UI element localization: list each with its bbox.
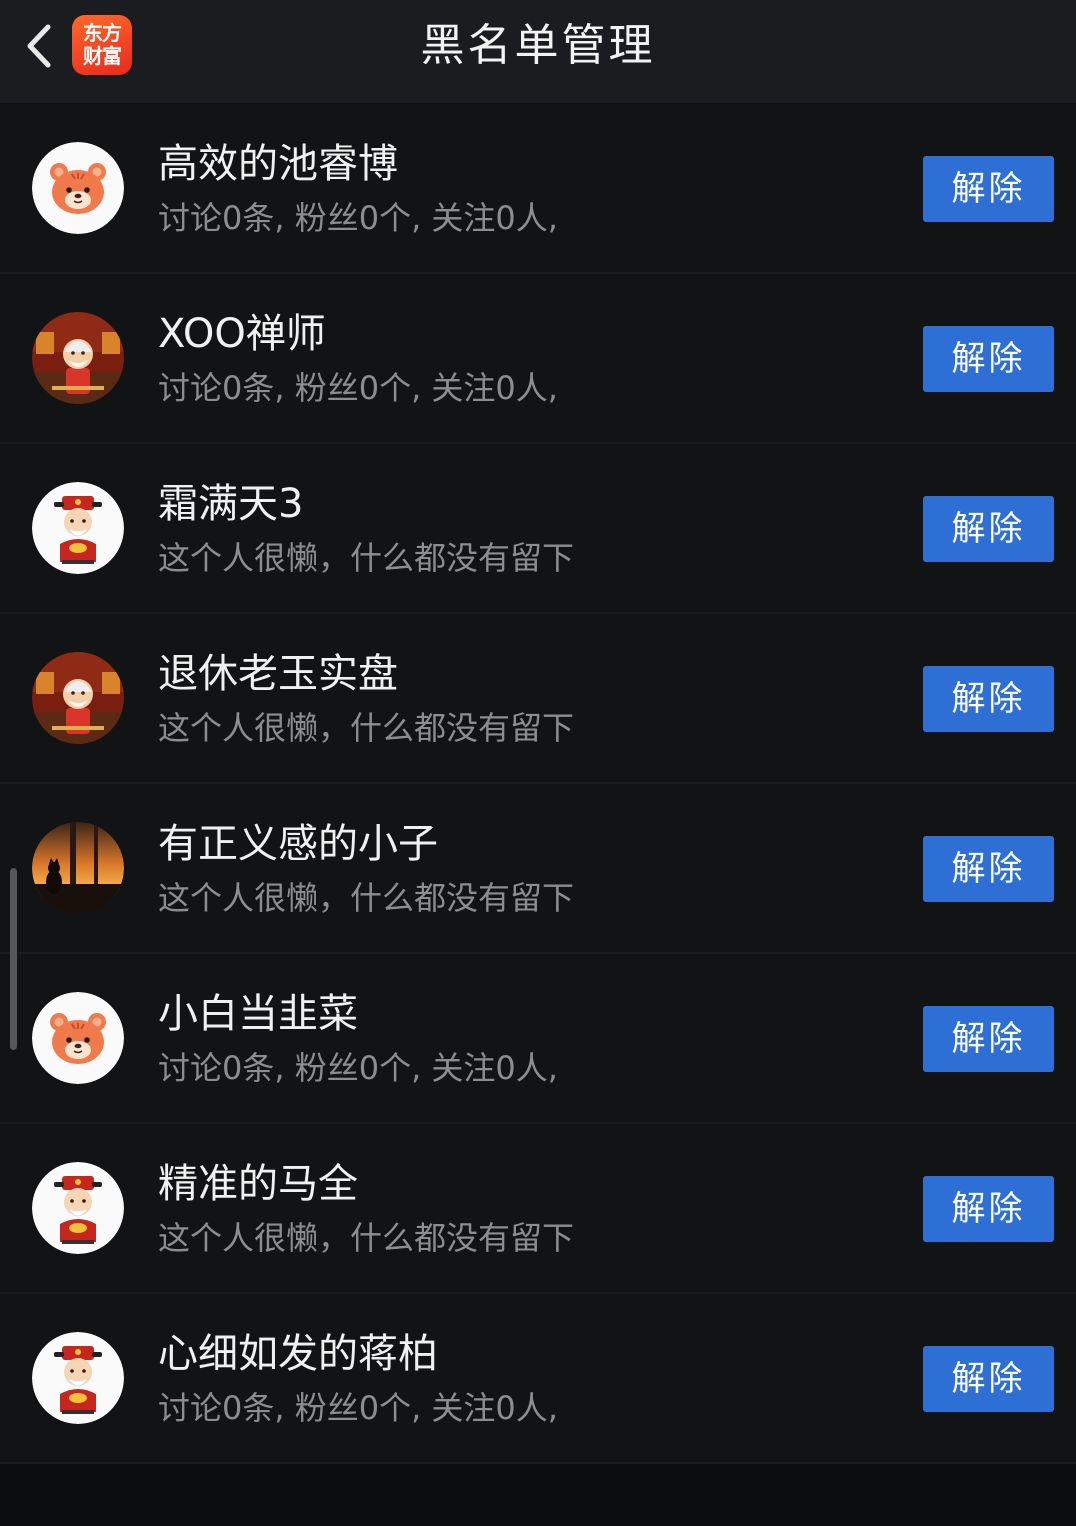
avatar[interactable]: [32, 1162, 124, 1254]
blacklist-row: 精准的马全这个人很懒，什么都没有留下 解除: [0, 1124, 1076, 1294]
blacklist-row: 退休老玉实盘这个人很懒，什么都没有留下 解除: [0, 614, 1076, 784]
page-title: 黑名单管理: [420, 20, 656, 71]
fortune-god-avatar: [32, 1332, 124, 1424]
avatar[interactable]: [32, 482, 124, 574]
avatar[interactable]: [32, 142, 124, 234]
avatar[interactable]: [32, 992, 124, 1084]
old-man-avatar: [32, 652, 124, 744]
blacklist-row: XOO禅师讨论0条, 粉丝0个, 关注0人, 解除: [0, 274, 1076, 444]
unblock-button[interactable]: 解除: [923, 1006, 1054, 1072]
user-name[interactable]: 精准的马全: [158, 1160, 358, 1208]
user-description: 这个人很懒，什么都没有留下: [158, 879, 575, 917]
user-name[interactable]: 小白当韭菜: [158, 990, 358, 1038]
unblock-button[interactable]: 解除: [923, 1176, 1054, 1242]
header-bar: 东方 财富 黑名单管理: [0, 0, 1076, 103]
old-man-avatar: [32, 312, 124, 404]
avatar[interactable]: [32, 822, 124, 914]
unblock-button[interactable]: 解除: [923, 326, 1054, 392]
tiger-avatar: [32, 992, 124, 1084]
unblock-button[interactable]: 解除: [923, 1346, 1054, 1412]
avatar[interactable]: [32, 652, 124, 744]
unblock-button[interactable]: 解除: [923, 156, 1054, 222]
user-name[interactable]: 高效的池睿博: [158, 140, 398, 188]
unblock-button[interactable]: 解除: [923, 666, 1054, 732]
user-name[interactable]: 心细如发的蒋柏: [158, 1330, 438, 1378]
user-description: 这个人很懒，什么都没有留下: [158, 1219, 575, 1257]
user-description: 讨论0条, 粉丝0个, 关注0人,: [158, 369, 558, 407]
user-description: 讨论0条, 粉丝0个, 关注0人,: [158, 1389, 558, 1427]
blacklist-row: 心细如发的蒋柏讨论0条, 粉丝0个, 关注0人, 解除: [0, 1294, 1076, 1464]
user-name[interactable]: 退休老玉实盘: [158, 650, 398, 698]
blacklist-list: 高效的池睿博 讨论0条, 粉丝0个, 关注0人, 解除 XOO禅师 讨论0条, 粉丝0…: [0, 104, 1076, 1464]
blacklist-row: 小白当韭菜讨论0条, 粉丝0个, 关注0人, 解除: [0, 954, 1076, 1124]
user-name[interactable]: 霜满天3: [158, 480, 303, 528]
blacklist-row: 高效的池睿博讨论0条, 粉丝0个, 关注0人, 解除: [0, 104, 1076, 274]
fortune-god-avatar: [32, 1162, 124, 1254]
unblock-button[interactable]: 解除: [923, 836, 1054, 902]
user-description: 讨论0条, 粉丝0个, 关注0人,: [158, 199, 558, 237]
blacklist-row: 有正义感的小子这个人很懒，什么都没有留下 解除: [0, 784, 1076, 954]
user-name[interactable]: 有正义感的小子: [158, 820, 438, 868]
blacklist-screen: 东方 财富 黑名单管理 高效的池睿博讨论0条, 粉丝0个, 关注0人, 解除 XO…: [0, 0, 1076, 1526]
fortune-god-avatar: [32, 482, 124, 574]
avatar[interactable]: [32, 312, 124, 404]
scrollbar[interactable]: [10, 868, 17, 1050]
blacklist-row: 霜满天3 这个人很懒，什么都没有留下 解除: [0, 444, 1076, 614]
avatar[interactable]: [32, 1332, 124, 1424]
user-description: 讨论0条, 粉丝0个, 关注0人,: [158, 1049, 558, 1087]
unblock-button[interactable]: 解除: [923, 496, 1054, 562]
user-description: 这个人很懒，什么都没有留下: [158, 709, 575, 747]
user-description: 这个人很懒，什么都没有留下: [158, 539, 575, 577]
user-name[interactable]: XOO禅师: [158, 310, 326, 358]
sunset-cat-avatar: [32, 822, 124, 914]
tiger-avatar: [32, 142, 124, 234]
footer-area: [0, 1464, 1076, 1526]
